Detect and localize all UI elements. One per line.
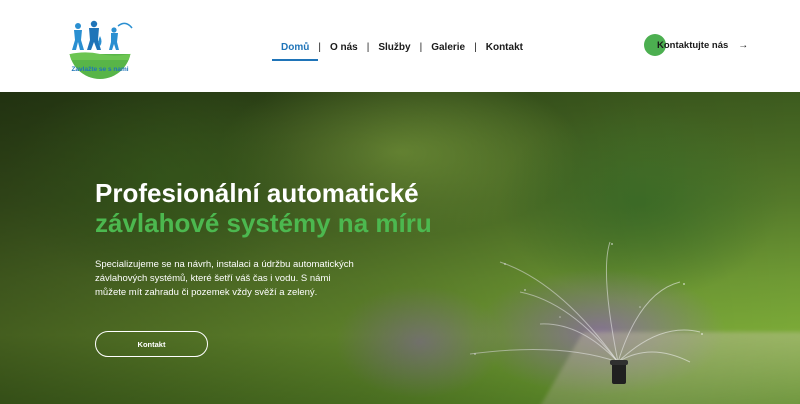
logo-text: Zavlažte se s nami <box>71 66 128 73</box>
hero-title: Profesionální automatické závlahové syst… <box>95 178 515 238</box>
hero-description: Specializujeme se na návrh, instalaci a … <box>95 259 354 298</box>
hero-title-line2: závlahové systémy na míru <box>95 208 432 238</box>
nav-item-gallery[interactable]: Galerie <box>422 41 474 55</box>
nav-item-home[interactable]: Domů <box>272 41 319 61</box>
arrow-right-icon: → <box>738 39 749 51</box>
nav-item-services[interactable]: Služby <box>369 41 419 55</box>
hero-overlay <box>0 92 800 404</box>
contact-us-button[interactable]: Kontaktujte nás → <box>644 34 748 56</box>
nav-item-about[interactable]: O nás <box>321 41 367 55</box>
main-navigation: Domů | O nás | Služby | Galerie | Kontak… <box>272 38 532 61</box>
nav-item-contact[interactable]: Kontakt <box>477 41 532 55</box>
contact-us-label: Kontaktujte nás <box>657 39 729 51</box>
logo-emblem-icon: Zavlažte se s nami <box>69 17 133 79</box>
hero-contact-button[interactable]: Kontakt <box>95 331 208 357</box>
site-header: Zavlažte se s nami Domů | O nás | Služby… <box>0 0 800 92</box>
logo[interactable]: Zavlažte se s nami <box>62 16 138 80</box>
hero-section: Profesionální automatické závlahové syst… <box>0 92 800 404</box>
hero-title-line1: Profesionální automatické <box>95 178 419 208</box>
